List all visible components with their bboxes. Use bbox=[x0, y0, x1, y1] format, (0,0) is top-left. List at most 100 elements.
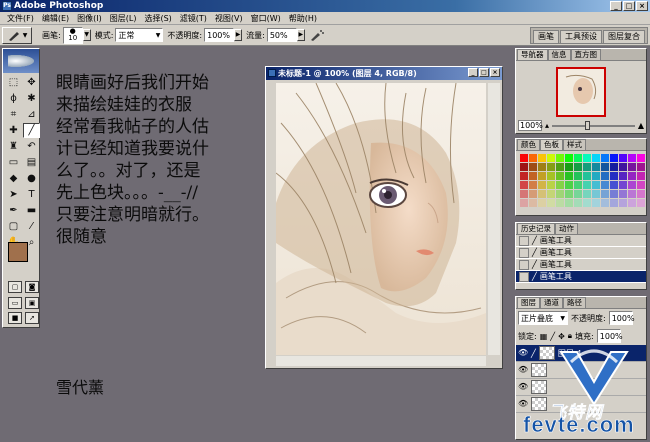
swatch-cell[interactable] bbox=[619, 163, 627, 171]
tab-styles[interactable]: 样式 bbox=[563, 139, 586, 150]
swatch-cell[interactable] bbox=[520, 172, 528, 180]
swatch-cell[interactable] bbox=[574, 199, 582, 207]
doc-minimize-button[interactable]: _ bbox=[468, 68, 478, 77]
history-state-checkbox[interactable] bbox=[519, 247, 529, 258]
tab-info[interactable]: 信息 bbox=[547, 49, 571, 60]
opacity-slider-arrow[interactable]: ▶ bbox=[234, 29, 243, 41]
document-vertical-scrollbar[interactable] bbox=[488, 83, 500, 355]
layer-opacity-input[interactable]: 100% bbox=[608, 311, 635, 325]
navigator-thumbnail[interactable] bbox=[556, 67, 606, 117]
swatch-cell[interactable] bbox=[520, 154, 528, 162]
swatch-cell[interactable] bbox=[610, 181, 618, 189]
swatch-cell[interactable] bbox=[637, 154, 645, 162]
swatch-cell[interactable] bbox=[637, 199, 645, 207]
screen-mode-standard-button[interactable]: ▭ bbox=[8, 297, 22, 309]
swatch-cell[interactable] bbox=[628, 163, 636, 171]
close-button[interactable]: × bbox=[636, 1, 648, 11]
swatch-cell[interactable] bbox=[637, 181, 645, 189]
swatch-cell[interactable] bbox=[529, 154, 537, 162]
swatch-cell[interactable] bbox=[592, 190, 600, 198]
blend-mode-select[interactable]: 正片叠底 ▼ bbox=[518, 311, 568, 325]
swatch-cell[interactable] bbox=[610, 163, 618, 171]
swatch-cell[interactable] bbox=[601, 154, 609, 162]
zoom-slider-knob[interactable] bbox=[585, 120, 591, 130]
swatch-cell[interactable] bbox=[538, 199, 546, 207]
swatch-cell[interactable] bbox=[619, 172, 627, 180]
swatch-cell[interactable] bbox=[601, 199, 609, 207]
swatch-cell[interactable] bbox=[574, 154, 582, 162]
airbrush-icon[interactable] bbox=[309, 28, 325, 42]
swatch-cell[interactable] bbox=[637, 190, 645, 198]
swatch-cell[interactable] bbox=[565, 154, 573, 162]
tab-paths[interactable]: 路径 bbox=[563, 297, 586, 308]
screen-mode-fullscreen-button[interactable]: ■ bbox=[8, 312, 22, 324]
swatch-cell[interactable] bbox=[628, 199, 636, 207]
lock-transparent-icon[interactable]: ▦ bbox=[540, 332, 548, 341]
swatch-cell[interactable] bbox=[610, 154, 618, 162]
eye-icon[interactable]: 👁︎ bbox=[518, 365, 528, 375]
swatch-cell[interactable] bbox=[547, 163, 555, 171]
swatch-cell[interactable] bbox=[601, 190, 609, 198]
swatch-cell[interactable] bbox=[601, 181, 609, 189]
eye-icon[interactable]: 👁︎ bbox=[518, 382, 528, 392]
swatch-cell[interactable] bbox=[592, 181, 600, 189]
navigator-zoom-input[interactable]: 100% bbox=[518, 120, 543, 131]
tab-layers[interactable]: 图层 bbox=[517, 297, 540, 308]
swatch-cell[interactable] bbox=[574, 181, 582, 189]
swatch-cell[interactable] bbox=[529, 163, 537, 171]
swatch-cell[interactable] bbox=[610, 190, 618, 198]
menu-help[interactable]: 帮助(H) bbox=[285, 13, 321, 24]
menu-edit[interactable]: 编辑(E) bbox=[38, 13, 73, 24]
tab-actions[interactable]: 动作 bbox=[555, 223, 578, 234]
swatch-cell[interactable] bbox=[601, 172, 609, 180]
swatch-cell[interactable] bbox=[592, 172, 600, 180]
eye-icon[interactable]: 👁︎ bbox=[518, 348, 528, 358]
swatch-cell[interactable] bbox=[628, 181, 636, 189]
swatch-cell[interactable] bbox=[520, 181, 528, 189]
swatch-cell[interactable] bbox=[583, 172, 591, 180]
swatch-cell[interactable] bbox=[583, 190, 591, 198]
history-item[interactable]: ╱ 画笔工具 bbox=[516, 247, 646, 259]
history-item-selected[interactable]: ╱ 画笔工具 bbox=[516, 271, 646, 283]
swatch-cell[interactable] bbox=[628, 190, 636, 198]
swatch-cell[interactable] bbox=[547, 154, 555, 162]
menu-image[interactable]: 图像(I) bbox=[73, 13, 106, 24]
navigator-zoom-slider[interactable] bbox=[552, 120, 635, 130]
swatch-cell[interactable] bbox=[601, 163, 609, 171]
swatch-cell[interactable] bbox=[565, 181, 573, 189]
swatch-cell[interactable] bbox=[529, 190, 537, 198]
swatch-cell[interactable] bbox=[619, 154, 627, 162]
swatch-cell[interactable] bbox=[556, 199, 564, 207]
swatch-cell[interactable] bbox=[619, 199, 627, 207]
swatch-cell[interactable] bbox=[538, 163, 546, 171]
history-state-checkbox[interactable] bbox=[519, 259, 529, 270]
swatch-cell[interactable] bbox=[574, 172, 582, 180]
zoom-out-icon[interactable]: ▴ bbox=[545, 121, 549, 130]
menu-window[interactable]: 窗口(W) bbox=[247, 13, 285, 24]
flow-slider-arrow[interactable]: ▶ bbox=[296, 29, 305, 41]
document-horizontal-scrollbar[interactable] bbox=[276, 356, 486, 366]
swatch-cell[interactable] bbox=[592, 163, 600, 171]
swatch-cell[interactable] bbox=[565, 172, 573, 180]
tool-preset-picker[interactable]: ▼ bbox=[2, 26, 32, 44]
flow-input[interactable]: 50% bbox=[266, 28, 297, 42]
swatch-cell[interactable] bbox=[583, 154, 591, 162]
swatch-cell[interactable] bbox=[529, 172, 537, 180]
swatch-cell[interactable] bbox=[529, 181, 537, 189]
swatch-cell[interactable] bbox=[619, 181, 627, 189]
swatch-cell[interactable] bbox=[520, 199, 528, 207]
brush-dropdown-arrow[interactable]: ▼ bbox=[82, 29, 91, 41]
lock-image-icon[interactable]: ╱ bbox=[550, 332, 555, 341]
swatch-cell[interactable] bbox=[574, 163, 582, 171]
fill-input[interactable]: 100% bbox=[596, 329, 623, 343]
standard-mode-button[interactable]: ▢ bbox=[8, 281, 22, 293]
brush-size-picker[interactable]: ● 10 bbox=[62, 26, 83, 44]
zoom-in-icon[interactable]: ▲ bbox=[638, 121, 644, 130]
swatch-cell[interactable] bbox=[556, 181, 564, 189]
swatch-cell[interactable] bbox=[547, 199, 555, 207]
menu-select[interactable]: 选择(S) bbox=[140, 13, 175, 24]
mode-select[interactable]: 正常 ▼ bbox=[115, 28, 164, 42]
history-state-checkbox[interactable] bbox=[519, 271, 529, 282]
swatch-cell[interactable] bbox=[538, 181, 546, 189]
tab-color[interactable]: 颜色 bbox=[517, 139, 540, 150]
